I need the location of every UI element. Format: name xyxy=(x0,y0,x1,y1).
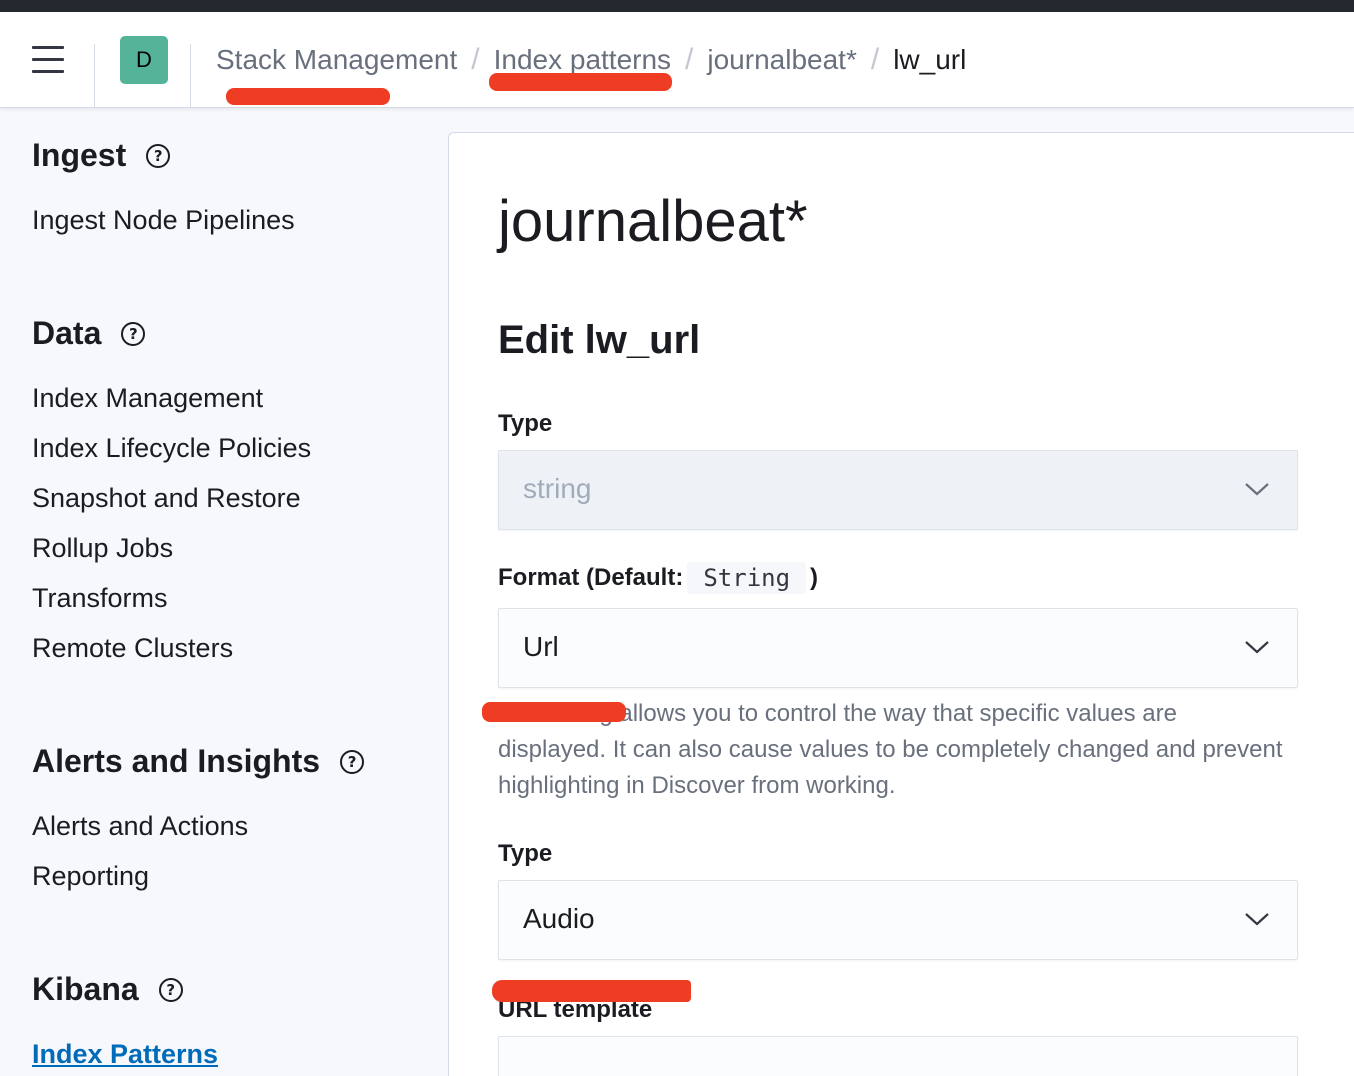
edit-field-title: Edit lw_url xyxy=(498,318,701,362)
format-label-prefix: Format (Default: xyxy=(498,564,684,591)
format-label-suffix: ) xyxy=(810,564,819,591)
space-avatar[interactable]: D xyxy=(120,36,168,84)
question-circle-icon[interactable]: ? xyxy=(158,977,183,1002)
url-template-input[interactable] xyxy=(498,1036,1298,1076)
format-label: Format (Default: String ) xyxy=(498,562,818,594)
chevron-down-icon xyxy=(1245,641,1269,654)
sidebar-item-remote-clusters[interactable]: Remote Clusters xyxy=(32,633,233,664)
breadcrumb-current: lw_url xyxy=(893,44,967,75)
hamburger-menu-icon[interactable] xyxy=(26,42,70,78)
top-strip xyxy=(0,0,1354,12)
header-divider xyxy=(190,44,191,108)
sidebar-item-alerts-and-actions[interactable]: Alerts and Actions xyxy=(32,811,248,842)
question-circle-icon[interactable]: ? xyxy=(146,143,171,168)
type-select: string xyxy=(498,450,1298,530)
sidebar: Ingest ? Ingest Node Pipelines Data ? In… xyxy=(0,109,440,1076)
type-select-value: string xyxy=(523,473,592,504)
question-circle-icon[interactable]: ? xyxy=(340,749,365,774)
question-circle-icon[interactable]: ? xyxy=(121,321,146,346)
annotation-redaction xyxy=(492,980,691,1002)
breadcrumb-separator: / xyxy=(685,43,694,76)
sidebar-item-index-lifecycle-policies[interactable]: Index Lifecycle Policies xyxy=(32,433,311,464)
url-type-label: Type xyxy=(498,840,553,867)
annotation-redaction xyxy=(482,702,626,722)
type-label: Type xyxy=(498,410,553,437)
url-type-select-value: Audio xyxy=(523,903,595,934)
sidebar-item-snapshot-and-restore[interactable]: Snapshot and Restore xyxy=(32,483,301,514)
annotation-underline xyxy=(489,73,672,91)
sidebar-group-kibana: Kibana ? xyxy=(32,971,183,1008)
breadcrumb-index-patterns[interactable]: Index patterns xyxy=(494,44,671,76)
format-select[interactable]: Url xyxy=(498,608,1298,688)
breadcrumb-separator: / xyxy=(870,43,880,76)
sidebar-item-index-patterns[interactable]: Index Patterns xyxy=(32,1039,218,1070)
sidebar-group-data: Data ? xyxy=(32,315,146,352)
sidebar-group-title: Alerts and Insights xyxy=(32,743,321,779)
chevron-down-icon xyxy=(1245,913,1269,926)
sidebar-item-index-management[interactable]: Index Management xyxy=(32,383,263,414)
header-bar: D Stack Management / Index patterns / jo… xyxy=(0,12,1354,108)
breadcrumb-separator: / xyxy=(471,43,480,76)
sidebar-group-ingest: Ingest ? xyxy=(32,137,171,174)
breadcrumb-stack-management[interactable]: Stack Management xyxy=(216,44,457,76)
sidebar-group-title: Kibana xyxy=(32,971,139,1007)
format-default-code: String xyxy=(687,562,807,594)
header-divider xyxy=(94,44,95,108)
sidebar-group-title: Ingest xyxy=(32,137,127,173)
sidebar-item-rollup-jobs[interactable]: Rollup Jobs xyxy=(32,533,173,564)
sidebar-item-reporting[interactable]: Reporting xyxy=(32,861,149,892)
sidebar-group-title: Data xyxy=(32,315,102,351)
sidebar-group-alerts-and-insights: Alerts and Insights ? xyxy=(32,743,365,780)
format-select-value: Url xyxy=(523,631,559,662)
breadcrumb-journalbeat[interactable]: journalbeat* xyxy=(707,44,856,76)
sidebar-item-transforms[interactable]: Transforms xyxy=(32,583,168,614)
page-title: journalbeat* xyxy=(498,189,808,254)
annotation-underline xyxy=(226,88,390,105)
url-type-select[interactable]: Audio xyxy=(498,880,1298,960)
chevron-down-icon xyxy=(1245,483,1269,496)
sidebar-item-ingest-node-pipelines[interactable]: Ingest Node Pipelines xyxy=(32,205,295,236)
